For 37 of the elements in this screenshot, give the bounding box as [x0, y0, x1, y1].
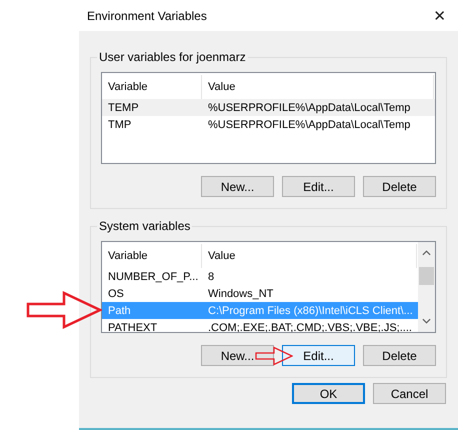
scroll-thumb[interactable] [419, 267, 434, 285]
button[interactable]: Edit... [282, 345, 355, 366]
column-header[interactable]: Variable [102, 244, 202, 268]
list-cell-text: %USERPROFILE%\AppData\Local\Temp [207, 118, 410, 130]
list-cell-text: NUMBER_OF_P... [107, 270, 200, 282]
list-row[interactable]: PATHEXT .COM;.EXE;.BAT;.CMD;.VBS;.VBE;.JS;.... [102, 319, 418, 332]
button[interactable]: Edit... [282, 176, 355, 197]
button[interactable]: Delete [363, 345, 436, 366]
scroll-up-icon[interactable] [422, 250, 431, 256]
variable-list[interactable]: Variable Value NUMBER_OF_P... 8 OS Windows_NT Path C:\Program Files (x86)\Intel\iCLS Client\... PATHEXT .COM;.EXE;.BAT;.CMD;.VBS;.VBE;.JS;.... [101, 241, 436, 333]
group-label: User variables for joenmarz [97, 50, 248, 65]
list-cell-text: .COM;.EXE;.BAT;.CMD;.VBS;.VBE;.JS;.... [207, 322, 412, 332]
variable-list[interactable]: Variable Value TEMP %USERPROFILE%\AppData\Local\Temp TMP %USERPROFILE%\AppData\Local\Temp [101, 72, 436, 164]
list-cell-text: PATHEXT [107, 322, 158, 332]
window-title: Environment Variables [87, 8, 207, 22]
group-label: System variables [97, 219, 192, 234]
button[interactable]: Delete [363, 176, 436, 197]
list-cell-text: %USERPROFILE%\AppData\Local\Temp [207, 102, 410, 114]
list-row[interactable]: TMP %USERPROFILE%\AppData\Local\Temp [102, 116, 435, 133]
column-header[interactable]: Value [202, 244, 417, 268]
button[interactable]: New... [201, 176, 274, 197]
button[interactable]: OK [292, 383, 365, 404]
scroll-down-icon[interactable] [422, 318, 431, 324]
button[interactable]: New... [201, 345, 274, 366]
list-cell-text: C:\Program Files (x86)\Intel\iCLS Client\... [207, 304, 413, 316]
list-cell-text: TEMP [107, 102, 140, 114]
list-cell-text: TMP [107, 118, 132, 130]
list-row[interactable]: OS Windows_NT [102, 285, 418, 302]
list-cell-text: OS [107, 288, 125, 300]
list-cell-text: Windows_NT [207, 288, 274, 300]
button[interactable]: Cancel [373, 383, 446, 404]
list-row[interactable]: NUMBER_OF_P... 8 [102, 268, 418, 285]
list-row[interactable]: TEMP %USERPROFILE%\AppData\Local\Temp [102, 99, 435, 116]
list-cell-text: 8 [207, 270, 214, 282]
close-button[interactable]: ✕ [429, 6, 450, 24]
list-cell-text: Path [107, 304, 132, 316]
scrollbar[interactable] [418, 242, 435, 332]
